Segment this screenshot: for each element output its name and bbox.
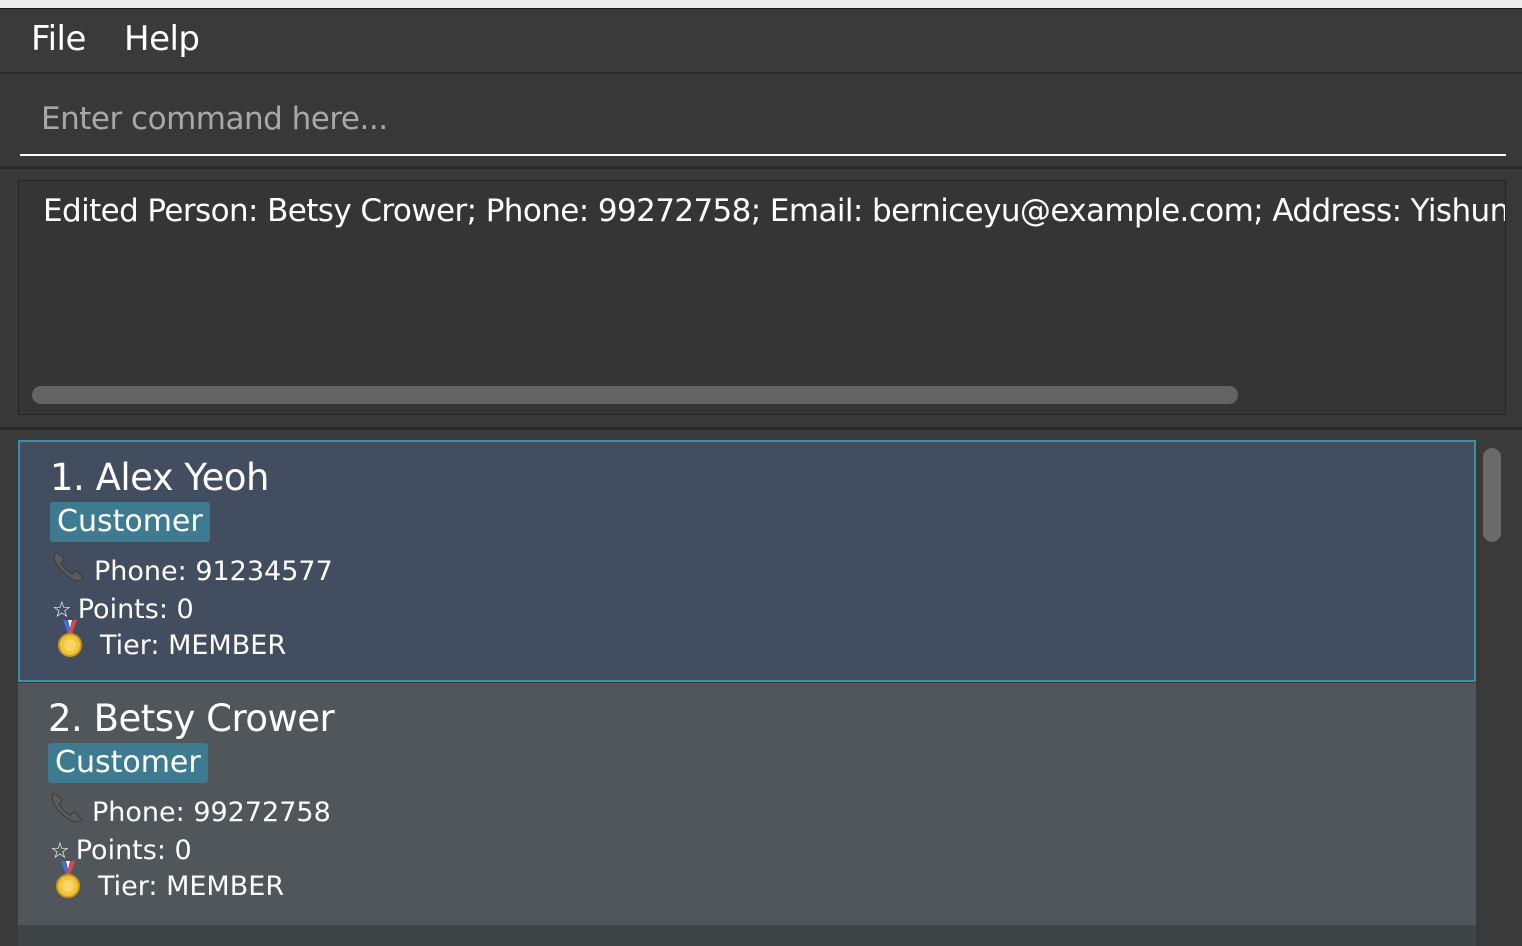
medal-icon	[56, 620, 100, 665]
person-tag: Customer	[50, 502, 210, 542]
list-vertical-scrollbar[interactable]	[1483, 448, 1501, 542]
phone-row: Phone: 91234577	[50, 551, 333, 591]
command-input[interactable]: Enter command here...	[20, 92, 1506, 156]
person-phone: Phone: 91234577	[94, 556, 333, 587]
menu-bar: File Help	[0, 9, 1522, 74]
window-top-strip	[0, 0, 1522, 9]
person-tag: Customer	[48, 743, 208, 783]
person-tier: Tier: MEMBER	[100, 630, 287, 661]
person-list: 1. Alex Yeoh Customer Phone: 91234577 ☆ P…	[0, 430, 1522, 946]
medal-icon	[54, 861, 98, 906]
person-tier: Tier: MEMBER	[98, 871, 285, 902]
person-card[interactable]: 1. Alex Yeoh Customer Phone: 91234577 ☆ P…	[18, 440, 1476, 682]
command-box-area: Enter command here...	[0, 74, 1522, 169]
phone-icon	[50, 551, 94, 591]
tier-row: Tier: MEMBER	[54, 861, 285, 906]
person-name: 1. Alex Yeoh	[50, 456, 269, 499]
result-horizontal-scrollbar[interactable]	[32, 386, 1238, 404]
menu-help[interactable]: Help	[124, 19, 200, 59]
result-text: Edited Person: Betsy Crower; Phone: 9927…	[43, 193, 1506, 229]
person-name: 2. Betsy Crower	[48, 697, 335, 740]
person-card-partial[interactable]	[18, 925, 1476, 946]
result-display-area: Edited Person: Betsy Crower; Phone: 9927…	[0, 169, 1522, 430]
result-display[interactable]: Edited Person: Betsy Crower; Phone: 9927…	[18, 180, 1506, 415]
person-points: Points: 0	[77, 594, 194, 625]
person-card[interactable]: 2. Betsy Crower Customer Phone: 99272758…	[18, 683, 1476, 925]
phone-icon	[48, 792, 92, 832]
person-phone: Phone: 99272758	[92, 797, 331, 828]
tier-row: Tier: MEMBER	[56, 620, 287, 665]
person-points: Points: 0	[75, 835, 192, 866]
command-placeholder: Enter command here...	[41, 101, 388, 137]
menu-file[interactable]: File	[31, 19, 86, 59]
phone-row: Phone: 99272758	[48, 792, 331, 832]
